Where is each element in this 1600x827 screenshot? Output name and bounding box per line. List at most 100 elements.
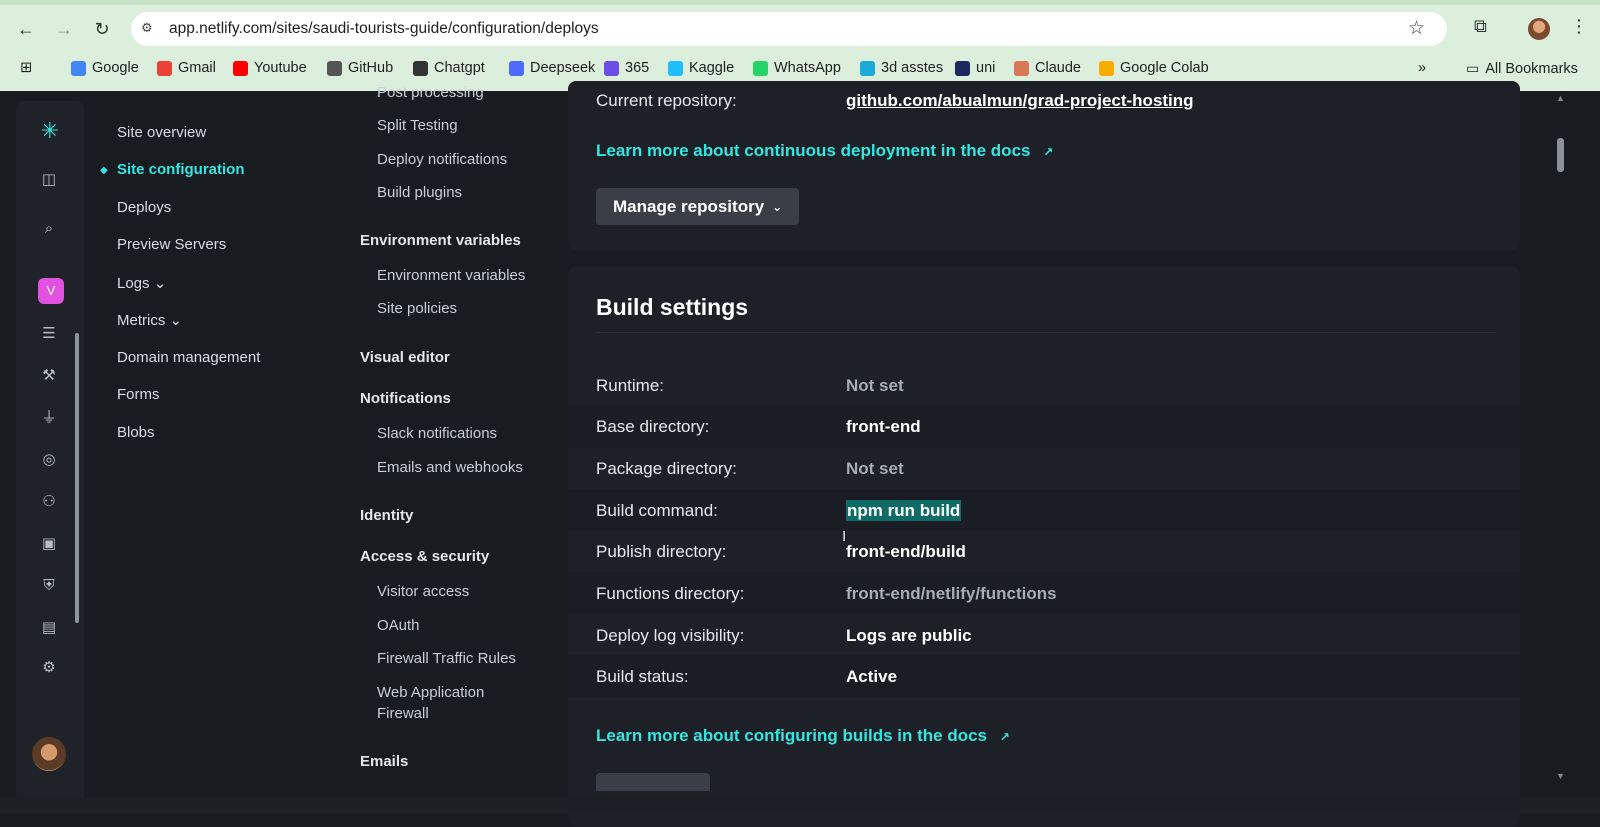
sketchfab-icon xyxy=(860,60,875,76)
plug-icon[interactable]: ⏚ xyxy=(38,407,60,429)
nav-logs[interactable]: Logs ⌄ xyxy=(117,274,166,292)
users-icon[interactable]: ⚇ xyxy=(38,491,60,513)
profile-avatar[interactable] xyxy=(1528,18,1550,40)
browser-menu-icon[interactable]: ⋮ xyxy=(1570,16,1588,37)
bookmark-3[interactable]: GitHub xyxy=(327,60,393,76)
subnav-emails-webhooks[interactable]: Emails and webhooks xyxy=(377,459,523,476)
continuous-deployment-docs-link[interactable]: Learn more about continuous deployment i… xyxy=(596,141,1053,161)
nav-site-overview[interactable]: Site overview xyxy=(117,124,206,141)
more-bookmarks-icon[interactable]: » xyxy=(1418,60,1426,76)
bookmark-9[interactable]: 3d asstes xyxy=(860,60,943,76)
base-directory-label: Base directory: xyxy=(596,417,710,436)
bookmark-12[interactable]: Google Colab xyxy=(1099,60,1209,76)
bookmark-label: Gmail xyxy=(178,60,216,76)
build-command-value[interactable]: npm run build xyxy=(846,500,962,521)
subnav-deploy-notifications[interactable]: Deploy notifications xyxy=(377,151,507,168)
extensions-icon[interactable]: ⧉ xyxy=(1474,16,1487,37)
team-avatar[interactable]: V xyxy=(38,278,64,304)
docs-icon[interactable]: ▤ xyxy=(38,617,60,639)
search-icon[interactable]: ⌕ xyxy=(38,218,60,240)
address-bar[interactable]: ⚙ app.netlify.com/sites/saudi-tourists-g… xyxy=(131,12,1447,46)
manage-repository-button[interactable]: Manage repository ⌄ xyxy=(596,188,800,225)
hammer-icon[interactable]: ⚒ xyxy=(38,365,60,387)
netlify-app: ✳ ◫ ⌕ V ☰ ⚒ ⏚ ◎ ⚇ ▣ ⛨ ▤ ⚙ ◆ Site overvie… xyxy=(0,81,1600,827)
subnav-build-plugins[interactable]: Build plugins xyxy=(377,184,462,201)
bookmark-label: Claude xyxy=(1035,60,1081,76)
configure-button[interactable] xyxy=(596,773,710,791)
subnav-environment-variables[interactable]: Environment variables xyxy=(377,267,525,284)
gear-icon[interactable]: ⚙ xyxy=(38,657,60,679)
bookmark-4[interactable]: Chatgpt xyxy=(413,60,485,76)
subnav-waf-line2[interactable]: Firewall xyxy=(377,705,429,722)
bookmark-1[interactable]: Gmail xyxy=(157,60,216,76)
scroll-up-icon[interactable]: ▲ xyxy=(1556,93,1565,103)
subnav-emails[interactable]: Emails xyxy=(360,753,408,770)
chevron-down-icon: ⌄ xyxy=(772,199,783,214)
tab-strip xyxy=(0,0,1600,5)
google-icon xyxy=(71,60,86,76)
subnav-split-testing[interactable]: Split Testing xyxy=(377,117,458,134)
section-divider xyxy=(596,332,1496,333)
subnav-site-policies[interactable]: Site policies xyxy=(377,300,457,317)
shield-icon[interactable]: ⛨ xyxy=(38,575,60,597)
bookmark-11[interactable]: Claude xyxy=(1014,60,1081,76)
page-scrollbar[interactable]: ▲ ▼ xyxy=(1553,91,1568,791)
nav-blobs[interactable]: Blobs xyxy=(117,424,155,441)
user-avatar[interactable] xyxy=(32,737,66,771)
nav-forms[interactable]: Forms xyxy=(117,386,160,403)
forward-icon[interactable]: → xyxy=(50,15,78,43)
apps-icon[interactable]: ⊞ xyxy=(20,60,32,76)
rail-scroll-thumb[interactable] xyxy=(75,333,79,623)
bookmark-0[interactable]: Google xyxy=(71,60,139,76)
page-scroll-thumb[interactable] xyxy=(1557,138,1564,172)
nav-domain-management[interactable]: Domain management xyxy=(117,349,260,366)
nav-metrics[interactable]: Metrics ⌄ xyxy=(117,311,182,329)
netlify-logo-icon[interactable]: ✳ xyxy=(34,115,66,147)
subnav-visitor-access[interactable]: Visitor access xyxy=(377,583,469,600)
bookmark-10[interactable]: uni xyxy=(955,60,995,76)
subnav-access-heading[interactable]: Access & security xyxy=(360,548,489,565)
nav-preview-servers[interactable]: Preview Servers xyxy=(117,236,226,253)
url-text[interactable]: app.netlify.com/sites/saudi-tourists-gui… xyxy=(169,20,599,38)
bookmark-5[interactable]: Deepseek xyxy=(509,60,595,76)
selected-text[interactable]: npm run build xyxy=(846,500,962,521)
all-bookmarks[interactable]: ▭ All Bookmarks xyxy=(1466,60,1578,77)
nav-deploys[interactable]: Deploys xyxy=(117,199,171,216)
publish-directory-label: Publish directory: xyxy=(596,542,727,561)
subnav-oauth[interactable]: OAuth xyxy=(377,617,420,634)
subnav-visual-editor[interactable]: Visual editor xyxy=(360,349,450,366)
back-icon[interactable]: ← xyxy=(12,15,40,43)
subnav-identity[interactable]: Identity xyxy=(360,507,413,524)
subnav-env-heading[interactable]: Environment variables xyxy=(360,232,521,249)
current-repo-link[interactable]: github.com/abualmun/grad-project-hosting xyxy=(846,91,1194,111)
bookmark-7[interactable]: Kaggle xyxy=(668,60,734,76)
subnav-post-processing[interactable]: Post processing xyxy=(377,84,484,101)
active-indicator-icon: ◆ xyxy=(100,165,108,176)
whatsapp-icon xyxy=(753,60,768,76)
site-info-icon[interactable]: ⚙ xyxy=(141,20,159,38)
globe-icon[interactable]: ◎ xyxy=(38,449,60,471)
configuring-builds-docs-link[interactable]: Learn more about configuring builds in t… xyxy=(596,726,1010,746)
subnav-notifications-heading[interactable]: Notifications xyxy=(360,390,451,407)
external-link-icon: ↗ xyxy=(999,730,1010,744)
subnav-waf-line1[interactable]: Web Application xyxy=(377,684,484,701)
deepseek-icon xyxy=(509,60,524,76)
nav-site-configuration[interactable]: Site configuration xyxy=(117,161,245,178)
bookmark-star-icon[interactable]: ☆ xyxy=(1408,17,1425,40)
gmail-icon xyxy=(157,60,172,76)
reload-icon[interactable]: ↻ xyxy=(88,15,116,43)
bookmark-label: Google xyxy=(92,60,139,76)
browser-toolbar: ← → ↻ ⚙ app.netlify.com/sites/saudi-tour… xyxy=(0,11,1600,47)
subnav-firewall-rules[interactable]: Firewall Traffic Rules xyxy=(377,650,516,667)
status-bar xyxy=(0,797,1600,813)
scroll-down-icon[interactable]: ▼ xyxy=(1556,771,1565,781)
bookmark-8[interactable]: WhatsApp xyxy=(753,60,841,76)
chatgpt-icon xyxy=(413,60,428,76)
subnav-slack-notifications[interactable]: Slack notifications xyxy=(377,425,497,442)
settings-doc-icon[interactable]: ▣ xyxy=(38,533,60,555)
bookmark-2[interactable]: Youtube xyxy=(233,60,307,76)
bookmark-6[interactable]: 365 xyxy=(604,60,649,76)
bookmark-label: 365 xyxy=(625,60,650,76)
layers-icon[interactable]: ☰ xyxy=(38,323,60,345)
sidebar-toggle-icon[interactable]: ◫ xyxy=(38,169,60,191)
